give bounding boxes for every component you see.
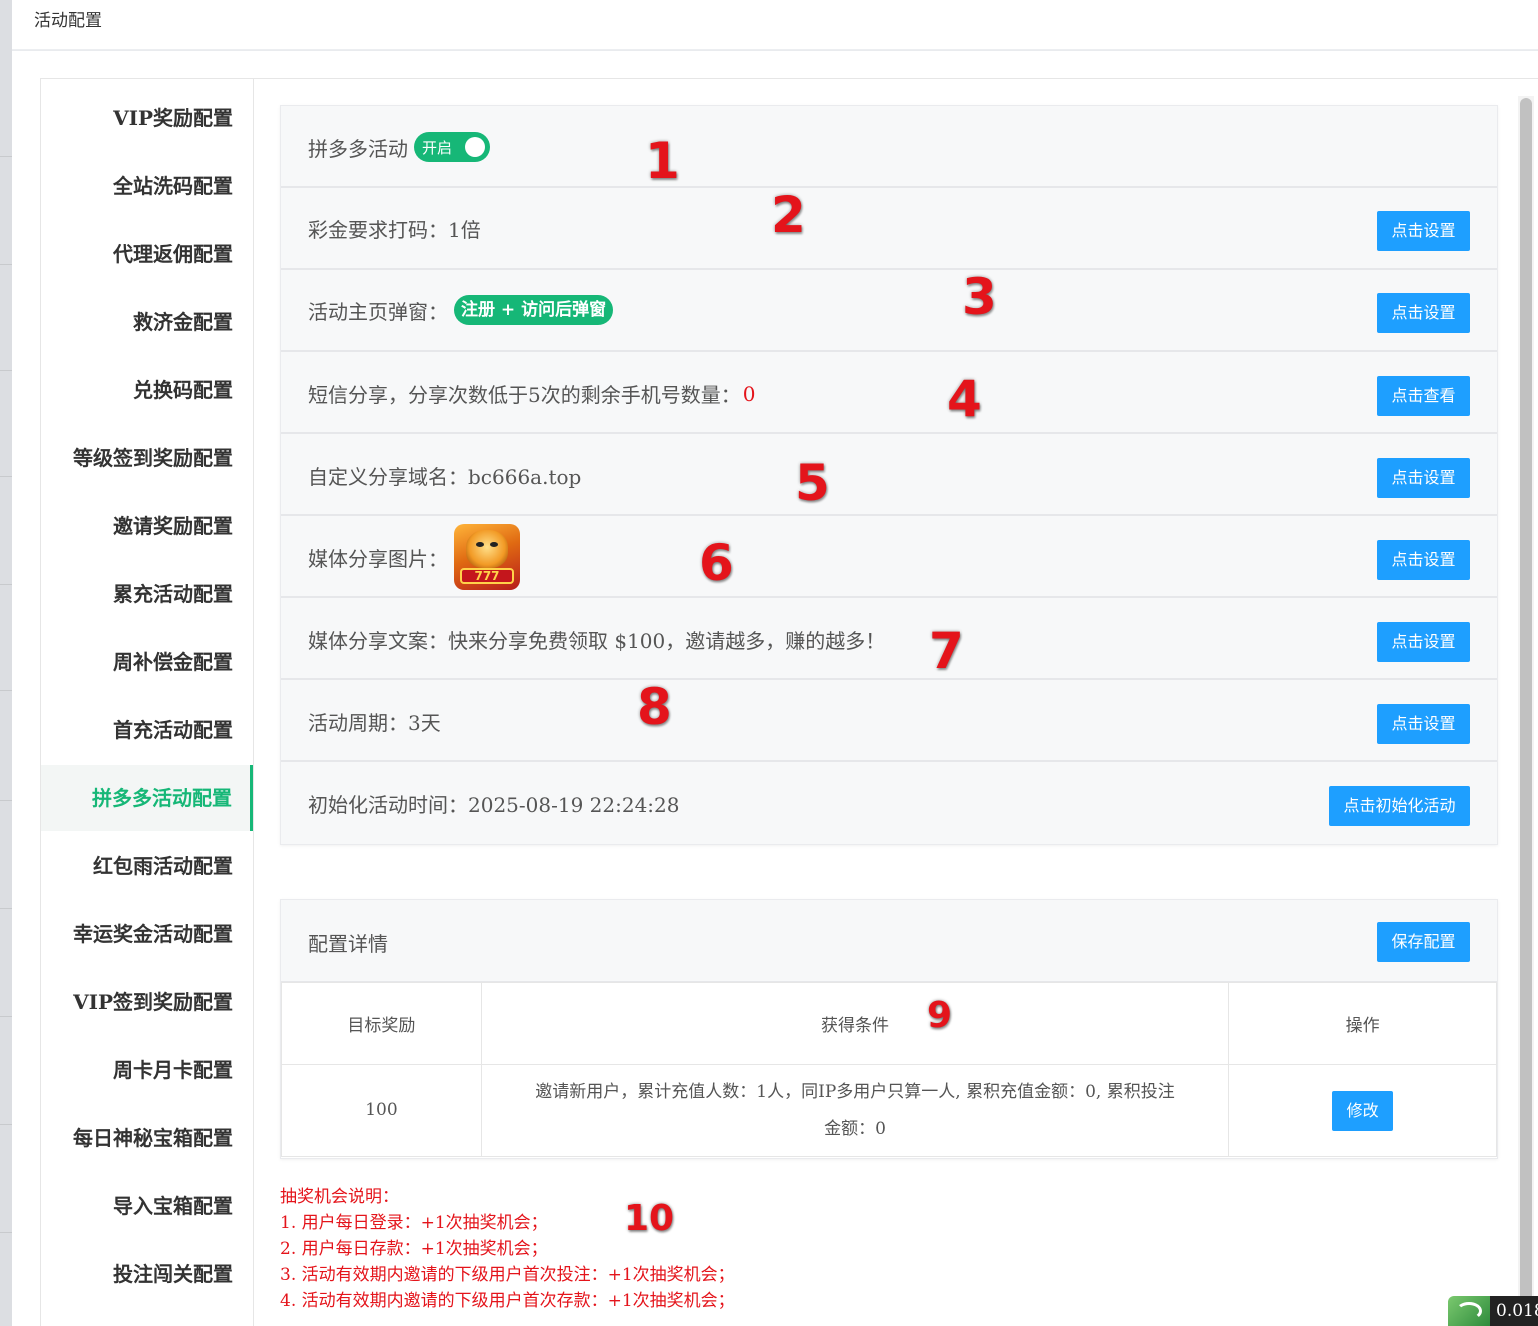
- annotation-number: 6: [698, 534, 735, 592]
- activity-toggle[interactable]: 开启: [414, 132, 490, 162]
- sidebar-item-vip-reward[interactable]: VIP奖励配置: [41, 85, 253, 151]
- page-header: 活动配置: [12, 0, 1538, 50]
- corner-timer: 0.018: [1490, 1296, 1538, 1326]
- domain-set-button[interactable]: 点击设置: [1377, 458, 1470, 498]
- notes-line: 2. 用户每日存款：+1次抽奖机会；: [280, 1239, 548, 1259]
- annotation-number: 2: [770, 186, 807, 244]
- annotation-number: 5: [794, 454, 831, 512]
- popup-badge: 注册 + 访问后弹窗: [454, 295, 614, 325]
- bonus-wager-label: 彩金要求打码：1倍: [308, 218, 481, 242]
- toggle-label: 开启: [422, 138, 453, 157]
- setting-row-sms: 短信分享，分享次数低于5次的剩余手机号数量： 0 点击查看: [281, 352, 1497, 434]
- toggle-knob: [465, 137, 485, 157]
- annotation-number: 4: [946, 370, 983, 428]
- media-image-label: 媒体分享图片：: [308, 546, 448, 571]
- bonus-wager-set-button[interactable]: 点击设置: [1377, 211, 1470, 251]
- app-logo-icon: [1448, 1296, 1490, 1326]
- annotation-number: 3: [961, 268, 998, 326]
- condition-cell: 邀请新用户，累计充值人数：1人，同IP多用户只算一人, 累积充值金额：0, 累积…: [480, 1064, 1230, 1157]
- sidebar-item-vip-checkin[interactable]: VIP签到奖励配置: [41, 969, 253, 1035]
- init-time-label: 初始化活动时间：2025-08-19 22:24:28: [308, 793, 680, 817]
- column-header-action: 操作: [1228, 982, 1497, 1065]
- media-text-set-button[interactable]: 点击设置: [1377, 622, 1470, 662]
- activity-label: 拼多多活动: [308, 136, 408, 161]
- annotation-number: 1: [644, 132, 681, 190]
- sidebar-item-redeem-code[interactable]: 兑换码配置: [41, 357, 253, 423]
- setting-row-activity: 拼多多活动 开启: [281, 106, 1497, 188]
- sidebar-item-first-deposit[interactable]: 首充活动配置: [41, 697, 253, 763]
- config-sidebar: VIP奖励配置 全站洗码配置 代理返佣配置 救济金配置 兑换码配置 等级签到奖励…: [40, 78, 254, 1326]
- notes-line: 3. 活动有效期内邀请的下级用户首次投注：+1次抽奖机会；: [280, 1265, 735, 1285]
- content-scrollbar[interactable]: [1518, 96, 1534, 1326]
- condition-line: 金额：0: [824, 1118, 886, 1139]
- annotation-number: 7: [928, 622, 965, 680]
- config-detail-header: 配置详情 保存配置: [281, 900, 1497, 982]
- sms-remaining-count: 0: [742, 381, 756, 406]
- sidebar-item-pinduoduo[interactable]: 拼多多活动配置: [41, 765, 253, 831]
- popup-set-button[interactable]: 点击设置: [1377, 293, 1470, 333]
- reward-table: 目标奖励 获得条件 操作 100 邀请新用户，累计充值人数：1人，同IP多用户只…: [281, 982, 1497, 1157]
- setting-row-period: 活动周期：3天 点击设置: [281, 680, 1497, 762]
- sidebar-item-daily-mystery-box[interactable]: 每日神秘宝箱配置: [41, 1105, 253, 1171]
- setting-row-media-text: 媒体分享文案：快来分享免费领取 $100，邀请越多，赚的越多！ 点击设置: [281, 598, 1497, 680]
- media-image-set-button[interactable]: 点击设置: [1377, 540, 1470, 580]
- annotation-number: 8: [636, 678, 673, 736]
- reward-cell: 100: [281, 1064, 482, 1157]
- sms-view-button[interactable]: 点击查看: [1377, 376, 1470, 416]
- save-config-button[interactable]: 保存配置: [1377, 922, 1470, 962]
- sidebar-item-bet-challenge[interactable]: 投注闯关配置: [41, 1241, 253, 1307]
- activity-settings-card: 拼多多活动 开启 彩金要求打码：1倍 点击设置 活动主页弹窗： 注册 + 访问后…: [280, 105, 1498, 845]
- sidebar-item-rebate[interactable]: 全站洗码配置: [41, 153, 253, 219]
- page-title: 活动配置: [34, 11, 102, 31]
- scrollbar-thumb[interactable]: [1520, 98, 1532, 1326]
- action-cell: 修改: [1228, 1064, 1497, 1157]
- annotation-number: 9: [926, 995, 953, 1036]
- sidebar-item-lucky-bonus[interactable]: 幸运奖金活动配置: [41, 901, 253, 967]
- setting-row-init: 初始化活动时间：2025-08-19 22:24:28 点击初始化活动: [281, 762, 1497, 844]
- column-header-reward: 目标奖励: [281, 982, 482, 1065]
- notes-line: 4. 活动有效期内邀请的下级用户首次存款：+1次抽奖机会；: [280, 1291, 735, 1311]
- edit-button[interactable]: 修改: [1332, 1090, 1394, 1131]
- media-text-label: 媒体分享文案：快来分享免费领取 $100，邀请越多，赚的越多！: [308, 629, 886, 653]
- sidebar-item-import-box[interactable]: 导入宝箱配置: [41, 1173, 253, 1239]
- sidebar-item-invite-reward[interactable]: 邀请奖励配置: [41, 493, 253, 559]
- setting-row-media-image: 媒体分享图片： 777 点击设置: [281, 516, 1497, 598]
- sidebar-item-weekly-compensation[interactable]: 周补偿金配置: [41, 629, 253, 695]
- config-detail-card: 配置详情 保存配置 目标奖励 获得条件 操作 100 邀请新用户，累计充值人数：…: [280, 899, 1498, 1159]
- period-set-button[interactable]: 点击设置: [1377, 704, 1470, 744]
- sidebar-item-agent-commission[interactable]: 代理返佣配置: [41, 221, 253, 287]
- sidebar-item-red-packet-rain[interactable]: 红包雨活动配置: [41, 833, 253, 899]
- annotation-number: 10: [623, 1198, 675, 1239]
- table-row: 100 邀请新用户，累计充值人数：1人，同IP多用户只算一人, 累积充值金额：0…: [281, 1064, 1497, 1157]
- period-label: 活动周期：3天: [308, 711, 441, 735]
- init-activity-button[interactable]: 点击初始化活动: [1329, 786, 1470, 826]
- config-detail-title: 配置详情: [308, 932, 388, 956]
- sidebar-item-cumulative-deposit[interactable]: 累充活动配置: [41, 561, 253, 627]
- content-area: 拼多多活动 开启 彩金要求打码：1倍 点击设置 活动主页弹窗： 注册 + 访问后…: [254, 78, 1538, 1326]
- condition-line: 邀请新用户，累计充值人数：1人，同IP多用户只算一人, 累积充值金额：0, 累积…: [535, 1081, 1175, 1102]
- sidebar-item-relief-fund[interactable]: 救济金配置: [41, 289, 253, 355]
- sidebar-item-week-month-card[interactable]: 周卡月卡配置: [41, 1037, 253, 1103]
- setting-row-bonus-wager: 彩金要求打码：1倍 点击设置: [281, 188, 1497, 270]
- tiger-777-icon: 777: [454, 524, 520, 590]
- tiger-777-text: 777: [460, 568, 514, 584]
- sidebar-item-level-checkin[interactable]: 等级签到奖励配置: [41, 425, 253, 491]
- popup-label: 活动主页弹窗：: [308, 299, 448, 324]
- sms-label: 短信分享，分享次数低于5次的剩余手机号数量：: [308, 383, 741, 407]
- setting-row-popup: 活动主页弹窗： 注册 + 访问后弹窗 点击设置: [281, 270, 1497, 352]
- column-header-condition: 获得条件: [480, 982, 1230, 1065]
- domain-label: 自定义分享域名：bc666a.top: [308, 465, 582, 489]
- setting-row-domain: 自定义分享域名：bc666a.top 点击设置: [281, 434, 1497, 516]
- left-edge-strip: [0, 0, 12, 1326]
